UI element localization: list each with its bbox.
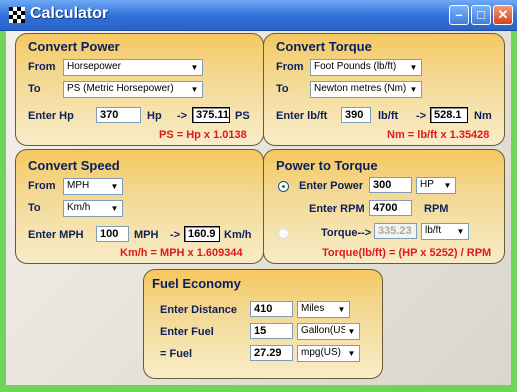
enter-power-label: Enter Power <box>299 180 364 192</box>
select-value: lb/ft <box>425 225 442 236</box>
select-value: Newton metres (Nm) <box>314 83 407 94</box>
torque-output: 335.23 <box>374 223 417 239</box>
select-value: Miles <box>301 303 325 314</box>
power-unit-select[interactable]: HP ▼ <box>416 177 456 194</box>
from-label: From <box>28 180 56 192</box>
torque-from-select[interactable]: Foot Pounds (lb/ft) ▼ <box>310 59 422 76</box>
power-to-select[interactable]: PS (Metric Horsepower) ▼ <box>63 81 203 98</box>
arrow-label: -> <box>177 110 188 122</box>
chevron-down-icon: ▼ <box>335 303 348 316</box>
minimize-icon: – <box>455 7 463 22</box>
panel-title: Convert Power <box>28 39 120 54</box>
convert-power-panel: Convert Power From Horsepower ▼ To PS (M… <box>15 33 264 146</box>
chevron-down-icon: ▼ <box>407 83 420 96</box>
select-value: MPH <box>67 180 90 191</box>
power-from-select[interactable]: Horsepower ▼ <box>63 59 203 76</box>
close-button[interactable]: ✕ <box>493 5 513 25</box>
chevron-down-icon: ▼ <box>454 225 467 238</box>
torque-unit-select[interactable]: lb/ft ▼ <box>421 223 469 240</box>
enter-power-radio[interactable] <box>278 181 289 192</box>
to-label: To <box>28 83 41 95</box>
result-unit-select[interactable]: mpg(US) ▼ <box>297 345 360 362</box>
select-value: PS (Metric Horsepower) <box>67 83 174 94</box>
enter-fuel-label: Enter Fuel <box>160 326 214 338</box>
checkered-flag-icon <box>9 7 25 23</box>
torque-formula: Nm = lb/ft x 1.35428 <box>387 129 490 141</box>
speed-from-select[interactable]: MPH ▼ <box>63 178 123 195</box>
select-value: Foot Pounds (lb/ft) <box>314 61 397 72</box>
nm-unit-label: Nm <box>474 110 492 122</box>
panel-title: Convert Speed <box>28 158 120 173</box>
panel-title: Convert Torque <box>276 39 372 54</box>
speed-formula: Km/h = MPH x 1.609344 <box>120 247 243 259</box>
minimize-button[interactable]: – <box>449 5 469 25</box>
from-label: From <box>276 61 304 73</box>
distance-input[interactable]: 410 <box>250 301 293 317</box>
torque-label: Torque--> <box>321 227 372 239</box>
power-to-torque-panel: Power to Torque Enter Power 300 HP ▼ Ent… <box>263 149 505 264</box>
rpm-unit-label: RPM <box>424 203 449 215</box>
power-formula: PS = Hp x 1.0138 <box>159 129 247 141</box>
enter-mph-label: Enter MPH <box>28 229 84 241</box>
enter-rpm-label: Enter RPM <box>309 203 365 215</box>
hp-input[interactable]: 370 <box>96 107 141 123</box>
fuel-result-label: = Fuel <box>160 348 193 360</box>
enter-hp-label: Enter Hp <box>28 110 74 122</box>
fuel-input[interactable]: 15 <box>250 323 293 339</box>
mph-input[interactable]: 100 <box>96 226 129 242</box>
rpm-input[interactable]: 4700 <box>369 200 412 216</box>
lbft-input[interactable]: 390 <box>341 107 371 123</box>
select-value: mpg(US) <box>301 347 342 358</box>
chevron-down-icon: ▼ <box>108 202 121 215</box>
panel-title: Fuel Economy <box>152 276 241 291</box>
chevron-down-icon: ▼ <box>188 61 201 74</box>
select-value: Gallon(US) <box>301 325 351 336</box>
chevron-down-icon: ▼ <box>345 347 358 360</box>
enter-lbft-label: Enter lb/ft <box>276 110 328 122</box>
arrow-label: -> <box>170 229 181 241</box>
panel-title: Power to Torque <box>276 158 378 173</box>
maximize-icon: □ <box>477 7 485 22</box>
fuel-result: 27.29 <box>250 345 293 361</box>
kmh-unit-label: Km/h <box>224 229 252 241</box>
chevron-down-icon: ▼ <box>188 83 201 96</box>
torque-formula: Torque(lb/ft) = (HP x 5252) / RPM <box>322 247 492 259</box>
distance-unit-select[interactable]: Miles ▼ <box>297 301 350 318</box>
calculator-body: Convert Power From Horsepower ▼ To PS (M… <box>6 31 511 385</box>
mph-unit-label: MPH <box>134 229 159 241</box>
fuel-unit-select[interactable]: Gallon(US) ▼ <box>297 323 360 340</box>
ps-unit-label: PS <box>235 110 250 122</box>
close-icon: ✕ <box>497 7 509 22</box>
ps-result: 375.11 <box>192 107 230 123</box>
chevron-down-icon: ▼ <box>345 325 358 338</box>
speed-to-select[interactable]: Km/h ▼ <box>63 200 123 217</box>
window-title: Calculator <box>30 5 109 22</box>
convert-torque-panel: Convert Torque From Foot Pounds (lb/ft) … <box>263 33 505 146</box>
kmh-result: 160.9 <box>184 226 220 242</box>
torque-radio[interactable] <box>278 228 289 239</box>
select-value: Km/h <box>67 202 91 213</box>
convert-speed-panel: Convert Speed From MPH ▼ To Km/h ▼ Enter… <box>15 149 264 264</box>
chevron-down-icon: ▼ <box>407 61 420 74</box>
hp-unit-label: Hp <box>147 110 162 122</box>
chevron-down-icon: ▼ <box>441 179 454 192</box>
nm-result: 528.1 <box>430 107 468 123</box>
calculator-window: Calculator – □ ✕ Convert Power From Hors… <box>0 0 517 392</box>
select-value: Horsepower <box>67 61 121 72</box>
to-label: To <box>28 202 41 214</box>
title-bar[interactable]: Calculator – □ ✕ <box>0 0 517 31</box>
lbft-unit-label: lb/ft <box>378 110 399 122</box>
arrow-label: -> <box>416 110 427 122</box>
select-value: HP <box>420 179 434 190</box>
chevron-down-icon: ▼ <box>108 180 121 193</box>
torque-to-select[interactable]: Newton metres (Nm) ▼ <box>310 81 422 98</box>
to-label: To <box>276 83 289 95</box>
power-input[interactable]: 300 <box>369 177 412 193</box>
from-label: From <box>28 61 56 73</box>
enter-distance-label: Enter Distance <box>160 304 238 316</box>
maximize-button[interactable]: □ <box>471 5 491 25</box>
fuel-economy-panel: Fuel Economy Enter Distance 410 Miles ▼ … <box>143 269 383 379</box>
